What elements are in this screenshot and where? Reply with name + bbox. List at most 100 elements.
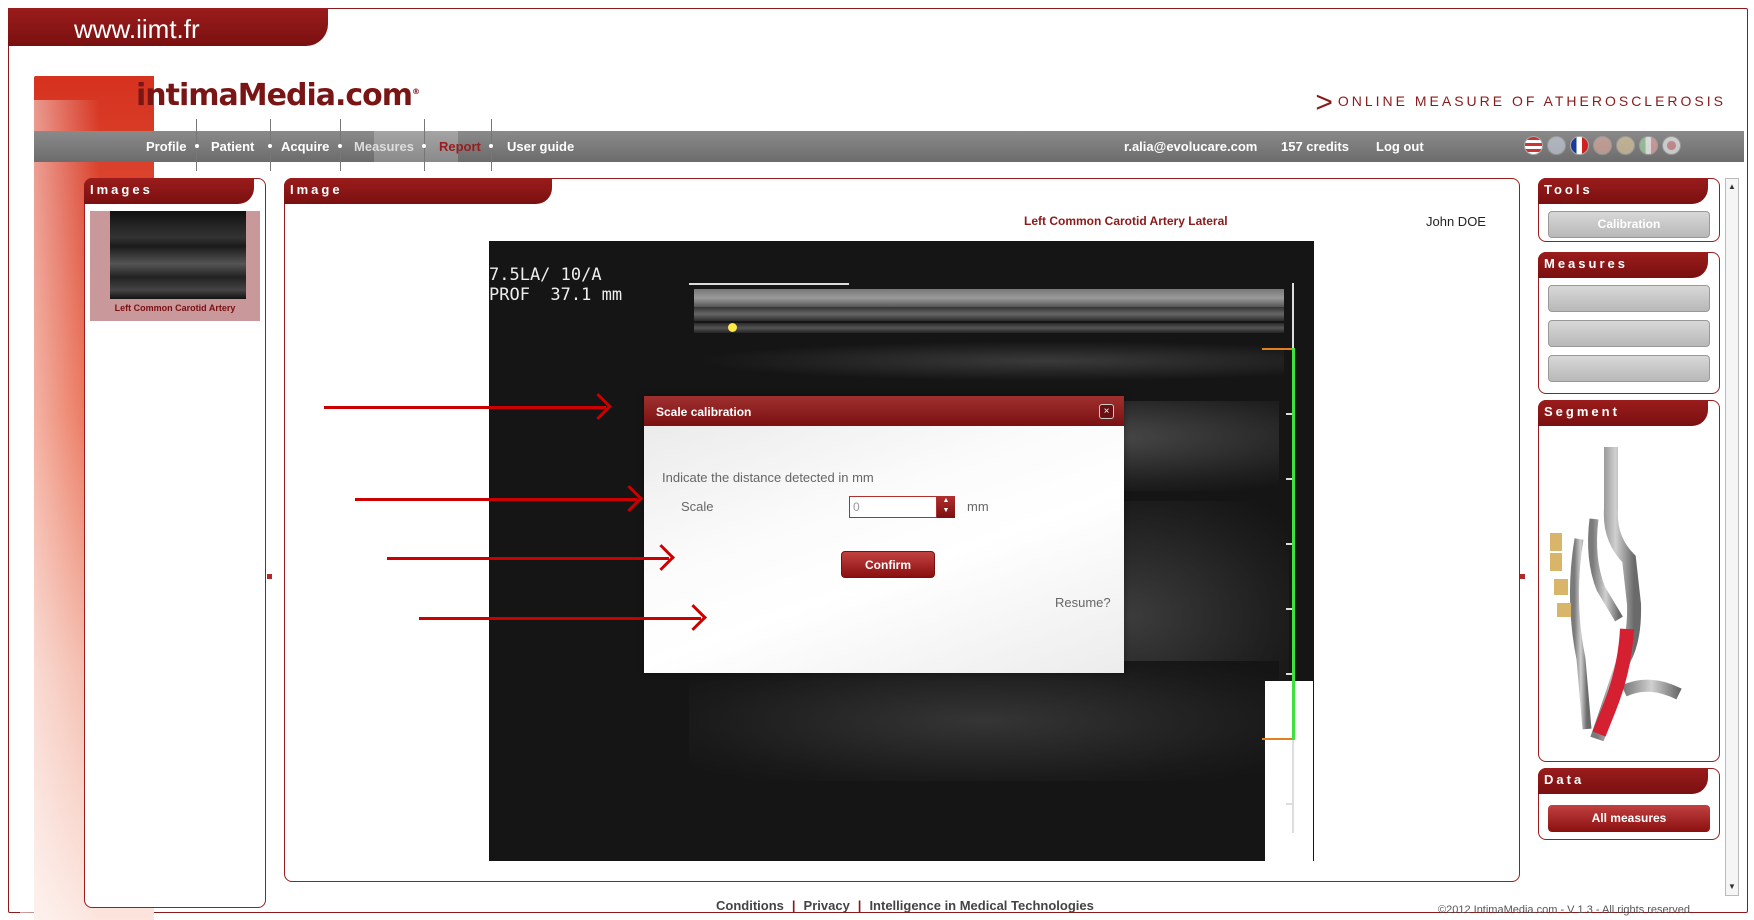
nav-dot <box>489 144 493 148</box>
dialog-title: Scale calibration <box>644 396 1124 426</box>
data-panel-title: Data <box>1538 768 1708 794</box>
segment-panel: Segment <box>1538 400 1720 762</box>
reference-point-marker[interactable] <box>728 323 737 332</box>
chevron-right-icon: > <box>1315 86 1336 119</box>
nav-measures[interactable]: Measures <box>354 139 414 154</box>
image-panel-title: Image <box>284 178 552 204</box>
vessel-wall-upper <box>694 289 1284 307</box>
vertebra-marker <box>1554 579 1568 595</box>
flag-fr-icon[interactable] <box>1570 136 1589 155</box>
footer-link-iimt[interactable]: Intelligence in Medical Technologies <box>869 898 1093 913</box>
page: www.iimt.fr intimaMedia.com® > Online mea… <box>0 0 1754 920</box>
scale-input[interactable] <box>849 496 937 518</box>
vertebra-marker <box>1550 553 1562 571</box>
ruler-top <box>689 283 849 285</box>
images-panel-title: Images <box>84 178 254 204</box>
tissue-texture <box>694 341 1284 381</box>
patient-name: John DOE <box>1426 214 1486 229</box>
footer-separator: | <box>857 898 862 913</box>
confirm-button[interactable]: Confirm <box>841 551 935 578</box>
scale-label: Scale <box>681 499 714 514</box>
measure-button-3[interactable] <box>1548 355 1710 382</box>
data-panel: Data All measures <box>1538 768 1720 840</box>
logout-link[interactable]: Log out <box>1376 139 1424 154</box>
language-flags <box>1524 136 1681 156</box>
flag-es-icon[interactable] <box>1593 136 1612 155</box>
flag-it-icon[interactable] <box>1639 136 1658 155</box>
scroll-up-icon[interactable]: ▲ <box>1726 179 1738 195</box>
measures-panel: Measures <box>1538 252 1720 394</box>
vertebra-marker <box>1550 533 1562 551</box>
nav-dot <box>338 144 342 148</box>
user-email[interactable]: r.alia@evolucare.com <box>1124 139 1257 154</box>
scroll-down-icon[interactable]: ▼ <box>1726 879 1738 895</box>
scale-calibration-dialog: Scale calibration × Indicate the distanc… <box>644 396 1124 673</box>
copyright: ©2012 IntimaMedia.com - V 1.3 - All righ… <box>1438 904 1691 916</box>
dialog-instruction: Indicate the distance detected in mm <box>662 470 874 485</box>
thumbnail-image <box>110 211 246 299</box>
logo[interactable]: intimaMedia.com® <box>136 78 420 113</box>
measures-panel-title: Measures <box>1538 252 1708 278</box>
vessel-wall-layer <box>694 307 1284 321</box>
depth-scale-tick <box>1286 803 1292 805</box>
chevron-up-icon[interactable]: ▲ <box>937 496 955 506</box>
footer-links: Conditions | Privacy | Intelligence in Medic… <box>716 898 1094 913</box>
depth-info: PROF 37.1 mm <box>489 285 623 305</box>
main-navbar: Profile Patient Acquire Measures Report … <box>34 119 1744 171</box>
tools-panel: Tools Calibration <box>1538 178 1720 242</box>
footer-separator: | <box>791 898 796 913</box>
nav-dot <box>268 144 272 148</box>
tagline-text: Online measure of Atherosclerosis <box>1337 93 1726 109</box>
chevron-down-icon[interactable]: ▼ <box>937 506 955 516</box>
calibration-line[interactable] <box>1292 348 1295 740</box>
nav-acquire[interactable]: Acquire <box>281 139 329 154</box>
flag-uk-icon[interactable] <box>1547 136 1566 155</box>
vertical-scrollbar[interactable]: ▲ ▼ <box>1725 178 1739 896</box>
calibration-button[interactable]: Calibration <box>1548 211 1710 238</box>
carotid-artery-diagram[interactable] <box>1539 429 1719 759</box>
selected-segment-highlight <box>1592 628 1634 737</box>
flag-us-icon[interactable] <box>1524 136 1543 155</box>
nav-user-guide[interactable]: User guide <box>507 139 574 154</box>
vertebra-marker <box>1557 603 1571 617</box>
annotation-arrow <box>387 557 669 560</box>
image-title: Left Common Carotid Artery Lateral <box>1024 214 1228 228</box>
footer-link-conditions[interactable]: Conditions <box>716 898 784 913</box>
site-url: www.iimt.fr <box>8 8 328 46</box>
annotation-arrow <box>419 617 701 620</box>
probe-info: 7.5LA/ 10/A <box>489 265 602 285</box>
tools-panel-title: Tools <box>1538 178 1708 204</box>
image-thumbnail[interactable]: Left Common Carotid Artery <box>90 211 260 321</box>
panel-resize-handle[interactable] <box>1520 574 1525 579</box>
footer-link-privacy[interactable]: Privacy <box>804 898 850 913</box>
tagline: > Online measure of Atherosclerosis <box>1315 86 1726 120</box>
all-measures-button[interactable]: All measures <box>1548 805 1710 832</box>
scale-spinner[interactable]: ▲ ▼ <box>937 496 955 518</box>
vertebral-vessel <box>1569 538 1592 730</box>
flag-jp-icon[interactable] <box>1662 136 1681 155</box>
nav-profile[interactable]: Profile <box>146 139 186 154</box>
images-panel: Images Left Common Carotid Artery <box>84 178 266 908</box>
close-icon[interactable]: × <box>1099 404 1114 419</box>
subclavian-vessel <box>1621 679 1682 700</box>
nav-patient[interactable]: Patient <box>211 139 254 154</box>
annotation-arrow <box>355 498 637 501</box>
thumbnail-label: Left Common Carotid Artery <box>114 303 236 313</box>
annotation-arrow <box>324 406 606 409</box>
measure-button-1[interactable] <box>1548 285 1710 312</box>
logo-text: intimaMedia.com <box>136 78 413 113</box>
image-border-cut <box>1265 681 1313 861</box>
tissue-texture <box>689 661 1279 781</box>
vessel-wall-layer <box>694 323 1284 333</box>
nav-dot <box>195 144 199 148</box>
resume-link[interactable]: Resume? <box>1055 595 1111 610</box>
credits-count: 157 credits <box>1281 139 1349 154</box>
calibration-marker-bottom[interactable] <box>1262 738 1292 740</box>
calibration-marker-top[interactable] <box>1262 348 1292 350</box>
nav-dot <box>422 144 426 148</box>
flag-de-icon[interactable] <box>1616 136 1635 155</box>
panel-resize-handle[interactable] <box>267 574 272 579</box>
measure-button-2[interactable] <box>1548 320 1710 347</box>
nav-report[interactable]: Report <box>439 139 481 154</box>
scale-unit: mm <box>967 499 989 514</box>
